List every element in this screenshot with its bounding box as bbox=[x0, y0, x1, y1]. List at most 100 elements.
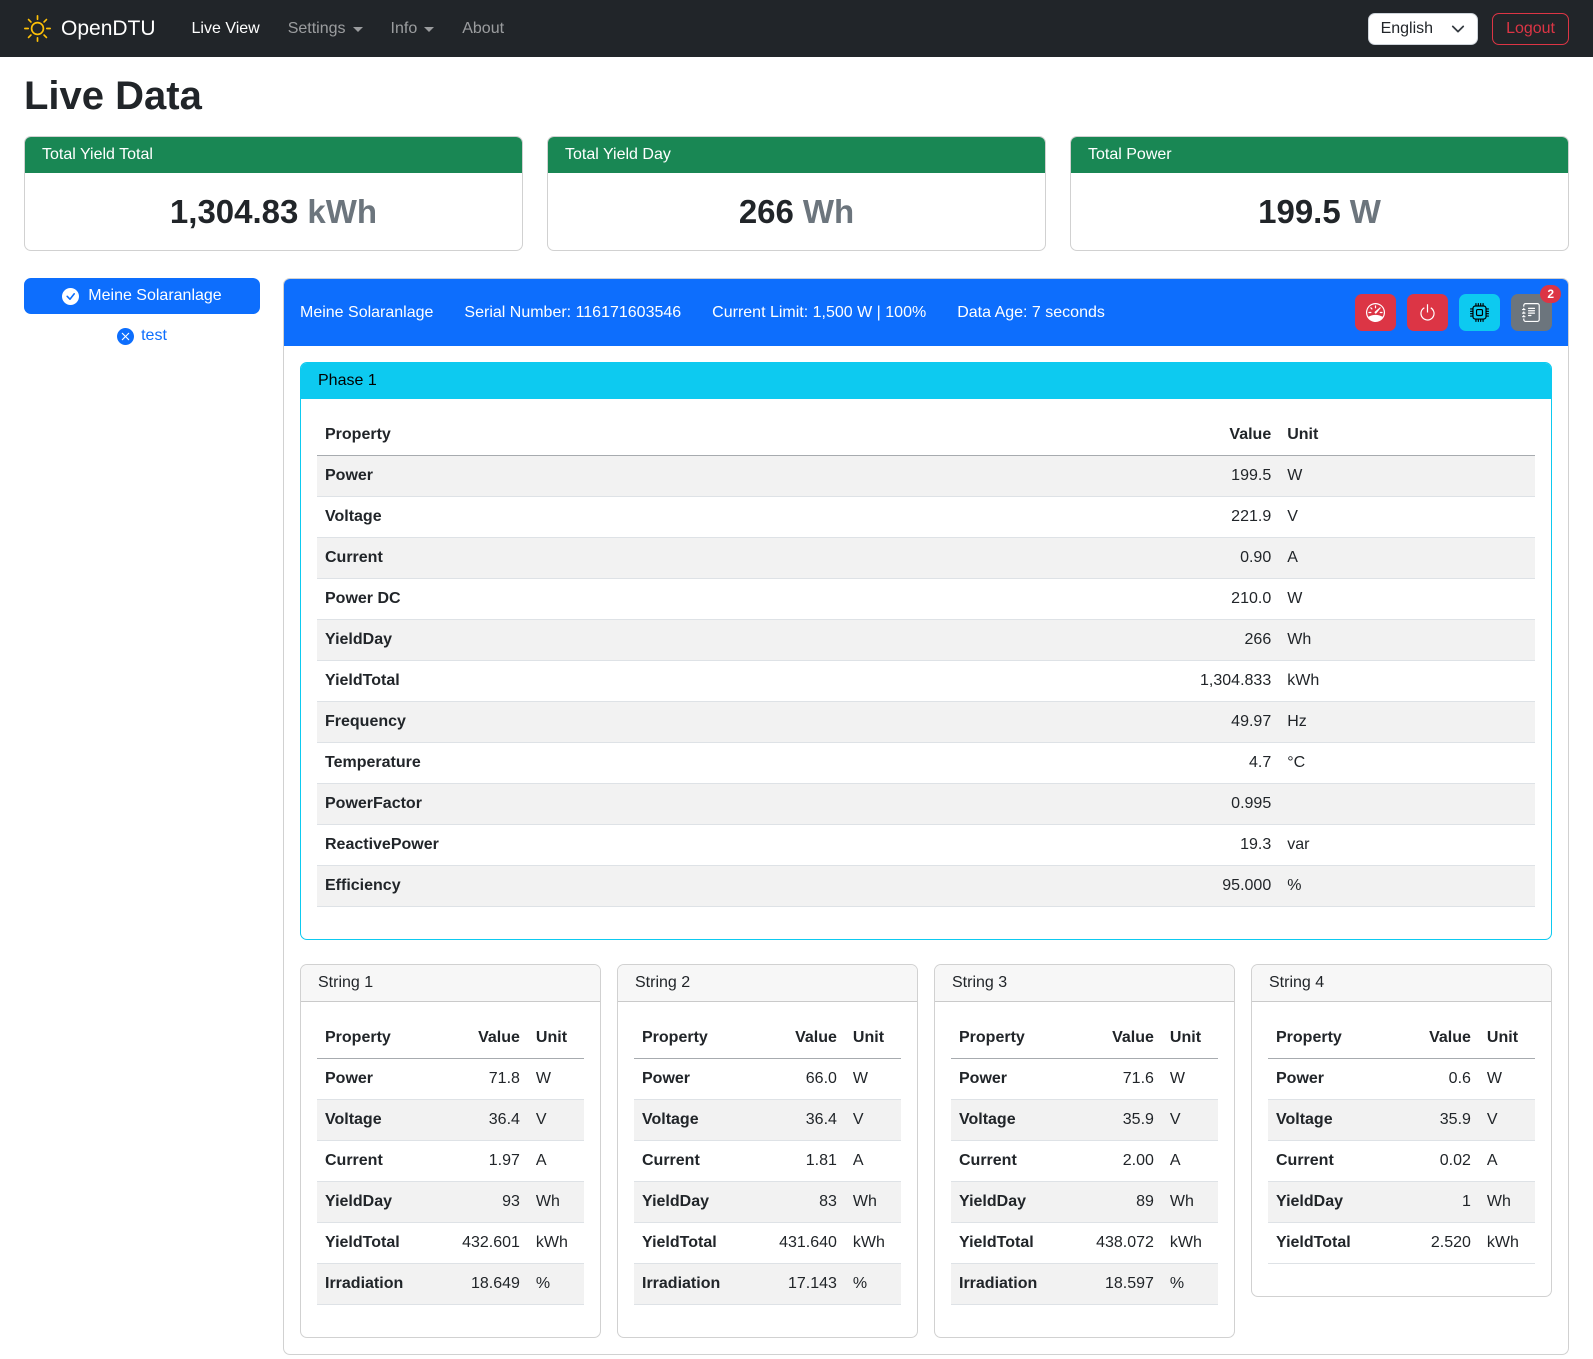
table-row: Power71.6W bbox=[951, 1059, 1218, 1100]
total-yield-day-unit: Wh bbox=[803, 193, 854, 231]
chevron-down-icon bbox=[353, 27, 363, 32]
sun-icon bbox=[24, 15, 51, 42]
total-yield-day-value: 266 bbox=[739, 193, 794, 231]
column-unit: Unit bbox=[845, 1018, 901, 1059]
total-yield-total-card: Total Yield Total 1,304.83 kWh bbox=[24, 136, 523, 251]
card-title: Total Yield Day bbox=[548, 137, 1045, 173]
nav-item-live-view[interactable]: Live View bbox=[178, 12, 274, 46]
table-row: Frequency49.97Hz bbox=[317, 702, 1535, 743]
chevron-down-icon bbox=[424, 27, 434, 32]
inverter-name: Meine Solaranlage bbox=[300, 304, 433, 322]
total-yield-total-value: 1,304.83 bbox=[170, 193, 298, 231]
table-row: Current0.02A bbox=[1268, 1141, 1535, 1182]
total-power-card: Total Power 199.5 W bbox=[1070, 136, 1569, 251]
table-row: YieldTotal438.072kWh bbox=[951, 1223, 1218, 1264]
inverter-selector-label: Meine Solaranlage bbox=[88, 287, 221, 305]
table-row: YieldDay1Wh bbox=[1268, 1182, 1535, 1223]
check-circle-icon bbox=[62, 288, 79, 305]
table-header-row: Property Value Unit bbox=[317, 1018, 584, 1059]
string-3-table: Property Value Unit Power71.6WVoltage35.… bbox=[951, 1018, 1218, 1305]
table-row: Power71.8W bbox=[317, 1059, 584, 1100]
summary-cards-row: Total Yield Total 1,304.83 kWh Total Yie… bbox=[24, 136, 1569, 251]
table-row: YieldDay83Wh bbox=[634, 1182, 901, 1223]
page-title: Live Data bbox=[24, 74, 1569, 119]
table-row: Power0.6W bbox=[1268, 1059, 1535, 1100]
table-row: Current0.90A bbox=[317, 538, 1535, 579]
phase-table: Property Value Unit Power199.5WVoltage22… bbox=[317, 415, 1535, 907]
inverter-selector-inactive[interactable]: test bbox=[24, 327, 260, 345]
string-title: String 1 bbox=[301, 965, 600, 1002]
table-row: Irradiation18.597% bbox=[951, 1264, 1218, 1305]
column-property: Property bbox=[1268, 1018, 1399, 1059]
nav-right: English Logout bbox=[1368, 13, 1569, 45]
string-4-card: String 4 Property Value Unit Power0.6WVo… bbox=[1251, 964, 1552, 1297]
table-row: ReactivePower19.3var bbox=[317, 825, 1535, 866]
column-property: Property bbox=[317, 1018, 448, 1059]
column-value: Value bbox=[1082, 1018, 1162, 1059]
brand-label: OpenDTU bbox=[61, 17, 156, 41]
strings-row: String 1 Property Value Unit Power71.8WV… bbox=[300, 964, 1552, 1338]
navbar: OpenDTU Live View Settings Info About En… bbox=[0, 0, 1593, 57]
inverter-selector-label: test bbox=[141, 327, 167, 345]
x-circle-icon bbox=[117, 328, 134, 345]
power-settings-button[interactable] bbox=[1407, 294, 1448, 331]
table-row: Voltage35.9V bbox=[951, 1100, 1218, 1141]
table-row: YieldTotal432.601kWh bbox=[317, 1223, 584, 1264]
card-title: Total Yield Total bbox=[25, 137, 522, 173]
inverter-selector-active[interactable]: Meine Solaranlage bbox=[24, 278, 260, 314]
table-row: Voltage36.4V bbox=[317, 1100, 584, 1141]
power-icon bbox=[1418, 303, 1437, 322]
nav-item-settings[interactable]: Settings bbox=[274, 12, 377, 46]
table-row: Power66.0W bbox=[634, 1059, 901, 1100]
column-unit: Unit bbox=[1479, 1018, 1535, 1059]
table-row: Power199.5W bbox=[317, 456, 1535, 497]
column-value: Value bbox=[1399, 1018, 1479, 1059]
column-value: Value bbox=[448, 1018, 528, 1059]
string-title: String 2 bbox=[618, 965, 917, 1002]
string-1-card: String 1 Property Value Unit Power71.8WV… bbox=[300, 964, 601, 1338]
table-row: PowerFactor0.995 bbox=[317, 784, 1535, 825]
table-row: Current2.00A bbox=[951, 1141, 1218, 1182]
table-header-row: Property Value Unit bbox=[951, 1018, 1218, 1059]
table-row: Voltage221.9V bbox=[317, 497, 1535, 538]
column-unit: Unit bbox=[528, 1018, 584, 1059]
table-row: Current1.81A bbox=[634, 1141, 901, 1182]
card-title: Total Power bbox=[1071, 137, 1568, 173]
inverter-info: Meine Solaranlage Serial Number: 1161716… bbox=[300, 304, 1355, 322]
nav-links: Live View Settings Info About bbox=[178, 12, 1364, 46]
column-unit: Unit bbox=[1162, 1018, 1218, 1059]
limit-settings-button[interactable] bbox=[1355, 294, 1396, 331]
table-row: YieldDay89Wh bbox=[951, 1182, 1218, 1223]
event-count-badge: 2 bbox=[1540, 285, 1561, 303]
total-yield-total-unit: kWh bbox=[307, 193, 377, 231]
cpu-icon bbox=[1470, 303, 1489, 322]
table-row: Irradiation18.649% bbox=[317, 1264, 584, 1305]
table-header-row: Property Value Unit bbox=[634, 1018, 901, 1059]
string-4-table: Property Value Unit Power0.6WVoltage35.9… bbox=[1268, 1018, 1535, 1264]
nav-item-about[interactable]: About bbox=[448, 12, 518, 46]
brand[interactable]: OpenDTU bbox=[24, 15, 156, 42]
table-row: Voltage36.4V bbox=[634, 1100, 901, 1141]
string-3-card: String 3 Property Value Unit Power71.6WV… bbox=[934, 964, 1235, 1338]
inverter-header: Meine Solaranlage Serial Number: 1161716… bbox=[284, 279, 1568, 346]
table-row: YieldDay266Wh bbox=[317, 620, 1535, 661]
table-row: Irradiation17.143% bbox=[634, 1264, 901, 1305]
string-2-card: String 2 Property Value Unit Power66.0WV… bbox=[617, 964, 918, 1338]
table-row: YieldTotal2.520kWh bbox=[1268, 1223, 1535, 1264]
column-property: Property bbox=[317, 415, 1109, 456]
table-row: Current1.97A bbox=[317, 1141, 584, 1182]
language-select[interactable]: English bbox=[1368, 13, 1478, 45]
logout-button[interactable]: Logout bbox=[1492, 13, 1569, 45]
speedometer-icon bbox=[1366, 303, 1385, 322]
table-row: YieldTotal431.640kWh bbox=[634, 1223, 901, 1264]
nav-item-info[interactable]: Info bbox=[377, 12, 449, 46]
event-log-button[interactable]: 2 bbox=[1511, 294, 1552, 331]
device-info-button[interactable] bbox=[1459, 294, 1500, 331]
column-property: Property bbox=[634, 1018, 765, 1059]
string-title: String 4 bbox=[1252, 965, 1551, 1002]
table-header-row: Property Value Unit bbox=[317, 415, 1535, 456]
total-power-value: 199.5 bbox=[1258, 193, 1341, 231]
column-unit: Unit bbox=[1279, 415, 1535, 456]
table-row: Voltage35.9V bbox=[1268, 1100, 1535, 1141]
column-value: Value bbox=[765, 1018, 845, 1059]
